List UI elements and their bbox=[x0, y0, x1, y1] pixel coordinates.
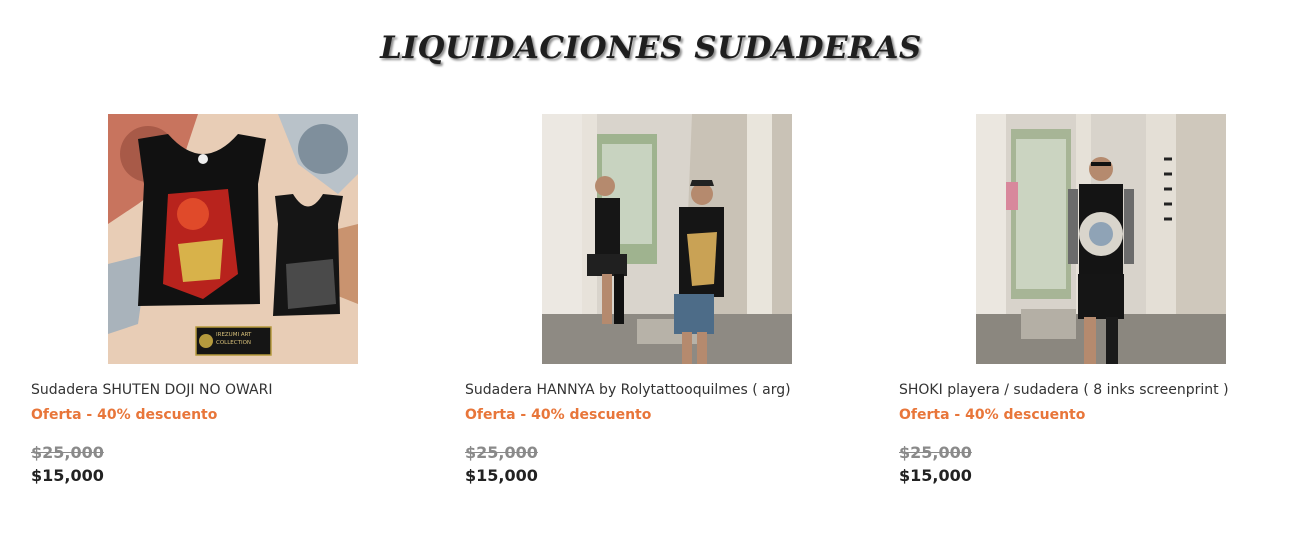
section-title: LIQUIDACIONES SUDADERAS bbox=[380, 30, 922, 66]
product-card: SHOKI playera / sudadera ( 8 inks screen… bbox=[899, 114, 1299, 485]
models-photo-image bbox=[542, 114, 792, 364]
product-card: Sudadera HANNYA by Rolytattooquilmes ( a… bbox=[465, 114, 865, 485]
offer-label: Oferta - 40% descuento bbox=[465, 407, 652, 423]
product-image-link[interactable]: IREZUMI ART COLLECTION bbox=[108, 114, 358, 364]
product-name-link[interactable]: Sudadera HANNYA by Rolytattooquilmes ( a… bbox=[465, 382, 865, 398]
product-card: IREZUMI ART COLLECTION Sudadera SHUTEN D… bbox=[31, 114, 431, 485]
svg-text:IREZUMI ART: IREZUMI ART bbox=[216, 332, 252, 338]
tank-top-artwork-image: IREZUMI ART COLLECTION bbox=[108, 114, 358, 364]
sale-price: $15,000 bbox=[31, 466, 104, 485]
old-price: $25,000 bbox=[31, 443, 104, 462]
old-price: $25,000 bbox=[465, 443, 538, 462]
product-image-link[interactable] bbox=[542, 114, 792, 364]
offer-label: Oferta - 40% descuento bbox=[899, 407, 1086, 423]
svg-text:COLLECTION: COLLECTION bbox=[216, 340, 251, 346]
sale-price: $15,000 bbox=[465, 466, 538, 485]
product-image-link[interactable] bbox=[976, 114, 1226, 364]
old-price: $25,000 bbox=[899, 443, 972, 462]
sale-price: $15,000 bbox=[899, 466, 972, 485]
product-name-link[interactable]: SHOKI playera / sudadera ( 8 inks screen… bbox=[899, 382, 1299, 398]
offer-label: Oferta - 40% descuento bbox=[31, 407, 218, 423]
model-photo-image bbox=[976, 114, 1226, 364]
product-name-link[interactable]: Sudadera SHUTEN DOJI NO OWARI bbox=[31, 382, 431, 398]
